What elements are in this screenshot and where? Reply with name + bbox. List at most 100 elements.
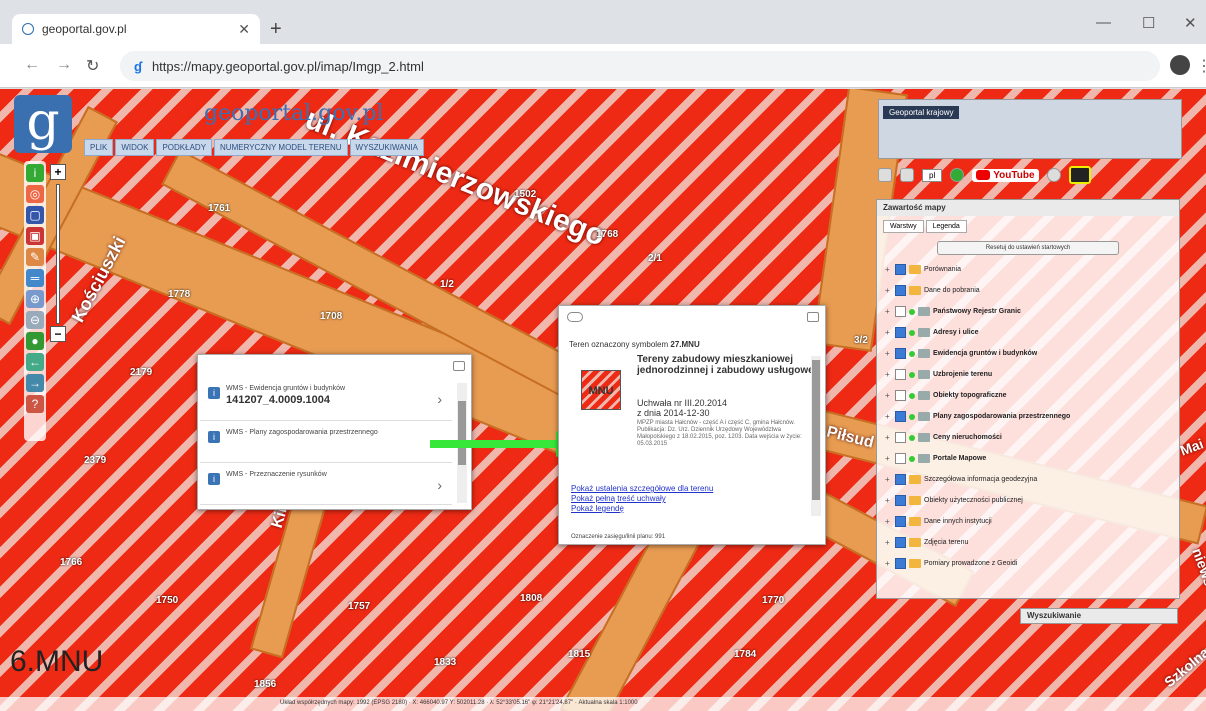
forward-icon[interactable]: →: [56, 56, 72, 74]
browser-tab[interactable]: geoportal.gov.pl ✕: [12, 14, 260, 44]
expand-icon[interactable]: +: [885, 433, 892, 442]
zoom-in-icon[interactable]: ⊕: [26, 290, 44, 308]
layer-checkbox[interactable]: [895, 327, 906, 338]
expand-icon[interactable]: +: [885, 496, 892, 505]
account-icon[interactable]: [1170, 55, 1190, 75]
menu-item[interactable]: NUMERYCZNY MODEL TERENU: [214, 139, 348, 156]
layer-row[interactable]: + Ceny nieruchomości: [877, 427, 1179, 448]
expand-icon[interactable]: +: [885, 538, 892, 547]
tab-legend[interactable]: Legenda: [925, 220, 967, 233]
youtube-button[interactable]: YouTube: [972, 168, 1039, 182]
accessibility-eye-icon[interactable]: [1068, 166, 1091, 184]
previous-view-icon[interactable]: ←: [26, 353, 44, 371]
close-window-icon[interactable]: ✕: [1184, 14, 1197, 32]
layer-row[interactable]: + Szczegółowa informacja geodezyjna: [877, 469, 1179, 490]
layer-checkbox[interactable]: [895, 453, 906, 464]
search-panel-header[interactable]: Wyszukiwanie: [1020, 608, 1178, 624]
draw-icon[interactable]: ✎: [26, 248, 44, 266]
new-tab-icon[interactable]: +: [270, 18, 282, 41]
info-tool-icon[interactable]: i: [26, 164, 44, 182]
expand-icon[interactable]: +: [885, 370, 892, 379]
layer-row[interactable]: + Obiekty użyteczności publicznej: [877, 490, 1179, 511]
globe-icon[interactable]: ●: [26, 332, 44, 350]
zoom-slider[interactable]: + −: [50, 164, 66, 344]
expand-icon[interactable]: +: [885, 265, 892, 274]
layer-checkbox[interactable]: [895, 516, 906, 527]
settings-icon[interactable]: [1046, 168, 1061, 182]
link-details[interactable]: Pokaż ustalenia szczegółowe dla terenu: [571, 484, 713, 493]
layer-row[interactable]: + Porównania: [877, 259, 1179, 280]
close-tab-icon[interactable]: ✕: [238, 21, 250, 38]
layer-row[interactable]: + Ewidencja gruntów i budynków: [877, 343, 1179, 364]
layer-row[interactable]: + Zdjęcia terenu: [877, 532, 1179, 553]
green-dot-icon[interactable]: [950, 168, 965, 182]
expand-icon[interactable]: +: [885, 349, 892, 358]
tab-layers[interactable]: Warstwy: [883, 220, 924, 233]
layer-checkbox[interactable]: [895, 495, 906, 506]
menu-item[interactable]: PLIK: [84, 139, 114, 156]
overview-map[interactable]: Geoportal krajowy: [878, 99, 1182, 159]
expand-icon[interactable]: +: [885, 559, 892, 568]
print-icon[interactable]: ▣: [26, 227, 44, 245]
expand-icon[interactable]: +: [885, 517, 892, 526]
maximize-icon[interactable]: ☐: [1142, 14, 1155, 32]
reload-icon[interactable]: ↻: [86, 56, 99, 76]
print-icon[interactable]: [900, 168, 914, 182]
layer-row[interactable]: + Obiekty topograficzne: [877, 385, 1179, 406]
list-item[interactable]: i WMS - Przeznaczenie rysunków ›: [200, 465, 452, 505]
list-icon[interactable]: [878, 168, 892, 182]
layer-checkbox[interactable]: [895, 390, 906, 401]
layer-row[interactable]: + Dane do pobrania: [877, 280, 1179, 301]
link-legend[interactable]: Pokaż legendę: [571, 504, 624, 513]
expand-icon[interactable]: +: [885, 475, 892, 484]
language-select[interactable]: pl: [922, 168, 943, 182]
close-popup-icon[interactable]: [807, 312, 819, 322]
close-popup-icon[interactable]: [453, 361, 465, 371]
zoom-track[interactable]: [56, 184, 60, 324]
layer-checkbox[interactable]: [895, 348, 906, 359]
layer-checkbox[interactable]: [895, 558, 906, 569]
zoom-plus-button[interactable]: +: [50, 164, 66, 180]
layer-checkbox[interactable]: [895, 285, 906, 296]
reset-layers-button[interactable]: Resetuj do ustawień startowych: [937, 241, 1119, 255]
zoom-minus-button[interactable]: −: [50, 326, 66, 342]
expand-icon[interactable]: +: [885, 412, 892, 421]
expand-icon[interactable]: +: [885, 286, 892, 295]
layer-row[interactable]: + Dane innych instytucji: [877, 511, 1179, 532]
link-full-text[interactable]: Pokaż pełną treść uchwały: [571, 494, 666, 503]
menu-kebab-icon[interactable]: ⋮: [1196, 56, 1206, 76]
expand-icon[interactable]: +: [885, 454, 892, 463]
expand-icon[interactable]: +: [885, 328, 892, 337]
layer-row[interactable]: + Portale Mapowe: [877, 448, 1179, 469]
menu-item[interactable]: WIDOK: [115, 139, 155, 156]
list-item[interactable]: i WMS - Ewidencja gruntów i budynków 141…: [200, 379, 452, 421]
measure-icon[interactable]: ═: [26, 269, 44, 287]
layer-checkbox[interactable]: [895, 264, 906, 275]
layer-row[interactable]: + Plany zagospodarowania przestrzennego: [877, 406, 1179, 427]
menu-item[interactable]: PODKŁADY: [156, 139, 213, 156]
url-input[interactable]: ɠ https://mapy.geoportal.gov.pl/imap/Img…: [120, 51, 1160, 81]
menu-item[interactable]: WYSZUKIWANIA: [349, 139, 424, 156]
pan-tool-icon[interactable]: ◎: [26, 185, 44, 203]
layer-row[interactable]: + Państwowy Rejestr Granic: [877, 301, 1179, 322]
layer-row[interactable]: + Uzbrojenie terenu: [877, 364, 1179, 385]
layer-row[interactable]: + Pomiary prowadzone z Geoidi: [877, 553, 1179, 574]
zoom-box-icon[interactable]: ▢: [26, 206, 44, 224]
layer-checkbox[interactable]: [895, 537, 906, 548]
map-canvas[interactable]: ul. Kazimierzowskiego Kościuszki Piłsud …: [0, 89, 1206, 711]
expand-icon[interactable]: +: [885, 307, 892, 316]
layer-row[interactable]: + Adresy i ulice: [877, 322, 1179, 343]
layer-checkbox[interactable]: [895, 306, 906, 317]
layer-checkbox[interactable]: [895, 411, 906, 422]
expand-icon[interactable]: +: [885, 391, 892, 400]
list-item[interactable]: i WMS - Plany zagospodarowania przestrze…: [200, 423, 452, 463]
scrollbar-thumb[interactable]: [812, 360, 820, 500]
scrollbar[interactable]: [811, 356, 821, 516]
back-icon[interactable]: ←: [24, 56, 40, 74]
layer-checkbox[interactable]: [895, 369, 906, 380]
next-view-icon[interactable]: →: [26, 374, 44, 392]
layer-checkbox[interactable]: [895, 474, 906, 485]
back-popup-icon[interactable]: [567, 312, 583, 322]
zoom-out-icon[interactable]: ⊖: [26, 311, 44, 329]
layer-checkbox[interactable]: [895, 432, 906, 443]
